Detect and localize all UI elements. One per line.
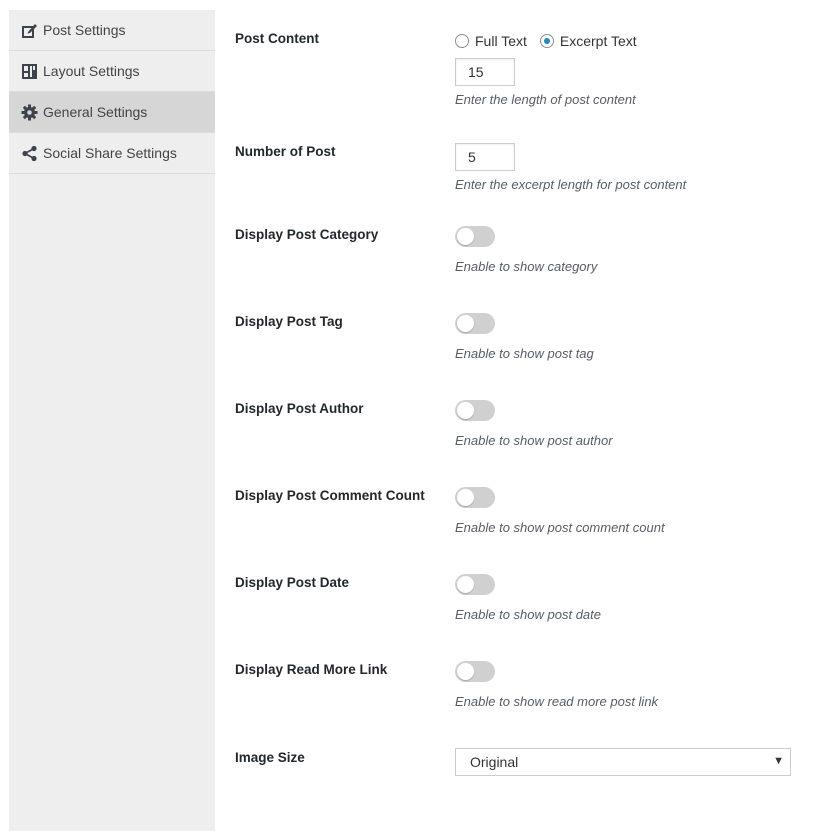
toggle-knob bbox=[457, 663, 474, 680]
select-value: Original bbox=[470, 754, 519, 770]
post-content-radio-group: Full Text Excerpt Text bbox=[455, 31, 795, 51]
post-category-toggle[interactable] bbox=[455, 226, 495, 247]
number-of-post-input[interactable] bbox=[455, 143, 515, 171]
setting-field: Enable to show post author bbox=[455, 400, 795, 448]
setting-label: Number of Post bbox=[235, 144, 336, 159]
radio-label: Full Text bbox=[475, 33, 527, 49]
dropdown-arrow-icon: ▼ bbox=[773, 755, 784, 767]
share-icon bbox=[21, 145, 38, 162]
gear-icon bbox=[21, 104, 38, 121]
sidebar-item-social-share-settings[interactable]: Social Share Settings bbox=[9, 133, 215, 174]
setting-label: Display Post Tag bbox=[235, 314, 343, 329]
post-author-toggle[interactable] bbox=[455, 400, 495, 421]
settings-panel: Post Content Full Text Excerpt Text Ente… bbox=[235, 0, 805, 837]
setting-description: Enable to show post date bbox=[455, 607, 601, 622]
setting-description: Enable to show post comment count bbox=[455, 520, 665, 535]
setting-label: Display Post Date bbox=[235, 575, 350, 590]
setting-label: Display Post Category bbox=[235, 227, 379, 242]
toggle-knob bbox=[457, 228, 474, 245]
setting-description: Enable to show post tag bbox=[455, 346, 594, 361]
sidebar-item-layout-settings[interactable]: Layout Settings bbox=[9, 51, 215, 92]
toggle-knob bbox=[457, 402, 474, 419]
radio-label: Excerpt Text bbox=[559, 33, 637, 49]
setting-description: Enter the length of post content bbox=[455, 92, 636, 107]
sidebar-item-post-settings[interactable]: Post Settings bbox=[9, 10, 215, 51]
sidebar-item-general-settings[interactable]: General Settings bbox=[9, 92, 215, 133]
read-more-link-toggle[interactable] bbox=[455, 661, 495, 682]
post-tag-toggle[interactable] bbox=[455, 313, 495, 334]
setting-field: Original ▼ bbox=[455, 748, 795, 776]
sidebar-item-label: Layout Settings bbox=[43, 63, 140, 79]
sidebar-item-label: Post Settings bbox=[43, 22, 126, 38]
setting-field: Enable to show post tag bbox=[455, 313, 795, 361]
sidebar-item-label: Social Share Settings bbox=[43, 145, 177, 161]
image-size-select[interactable]: Original ▼ bbox=[455, 748, 791, 776]
setting-field: Enable to show category bbox=[455, 226, 795, 274]
setting-description: Enable to show read more post link bbox=[455, 694, 659, 709]
setting-field: Enter the excerpt length for post conten… bbox=[455, 143, 795, 192]
setting-description: Enter the excerpt length for post conten… bbox=[455, 177, 687, 192]
post-comment-count-toggle[interactable] bbox=[455, 487, 495, 508]
setting-label: Display Post Comment Count bbox=[235, 488, 425, 503]
radio-button[interactable] bbox=[455, 34, 469, 48]
edit-icon bbox=[21, 22, 38, 39]
radio-excerpt-text[interactable]: Excerpt Text bbox=[539, 33, 637, 49]
post-date-toggle[interactable] bbox=[455, 574, 495, 595]
setting-label: Display Read More Link bbox=[235, 662, 388, 677]
setting-field: Enable to show post comment count bbox=[455, 487, 795, 535]
setting-field: Full Text Excerpt Text Enter the length … bbox=[455, 31, 795, 107]
post-content-length-input[interactable] bbox=[455, 58, 515, 86]
layout-icon bbox=[21, 63, 38, 80]
radio-button[interactable] bbox=[539, 34, 554, 48]
setting-label: Post Content bbox=[235, 31, 319, 46]
sidebar-item-label: General Settings bbox=[43, 104, 148, 120]
radio-full-text[interactable]: Full Text bbox=[455, 33, 527, 49]
settings-sidebar: Post Settings Layout Settings General Se… bbox=[9, 10, 215, 831]
toggle-knob bbox=[457, 489, 474, 506]
setting-description: Enable to show post author bbox=[455, 433, 613, 448]
toggle-knob bbox=[457, 576, 474, 593]
setting-description: Enable to show category bbox=[455, 259, 598, 274]
setting-field: Enable to show read more post link bbox=[455, 661, 795, 709]
toggle-knob bbox=[457, 315, 474, 332]
setting-field: Enable to show post date bbox=[455, 574, 795, 622]
setting-label: Display Post Author bbox=[235, 401, 364, 416]
setting-label: Image Size bbox=[235, 750, 305, 765]
